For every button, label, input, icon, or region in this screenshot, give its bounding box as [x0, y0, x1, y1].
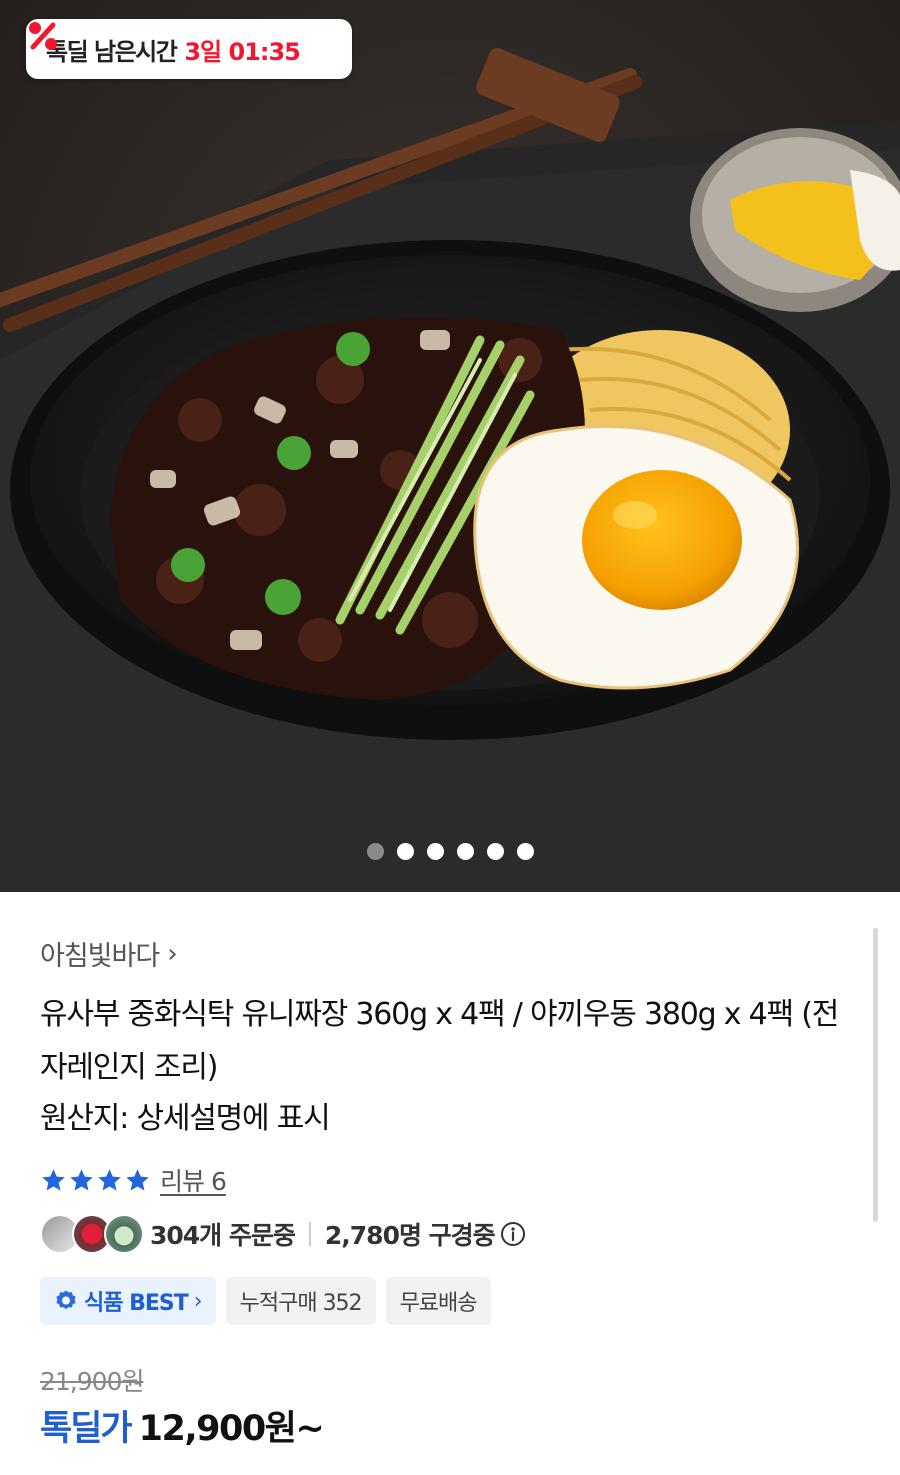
review-count-link[interactable]: 리뷰 6 [160, 1162, 227, 1198]
divider [308, 1222, 311, 1246]
product-photo [0, 0, 900, 892]
deal-price-label: 톡딜가 [40, 1409, 133, 1449]
buyer-avatars [40, 1214, 144, 1254]
carousel-dot[interactable] [486, 843, 504, 860]
scrollbar[interactable] [873, 928, 878, 1222]
carousel-dot[interactable] [396, 843, 414, 860]
carousel-dot[interactable] [516, 843, 534, 860]
timer-value: 3일 01:35 [184, 37, 301, 66]
seller-link[interactable]: 아침빛바다 › [40, 934, 178, 973]
timer-label: 톡딜 남은시간 [46, 37, 178, 66]
deal-timer-badge: 톡딜 남은시간 3일 01:35 [26, 19, 352, 79]
cumulative-purchase-tag: 누적구매 352 [225, 1277, 376, 1325]
carousel-dot[interactable] [366, 843, 384, 860]
product-title: 유사부 중화식탁 유니짜장 360g x 4팩 / 야끼우동 380g x 4팩… [40, 997, 839, 1085]
product-info-panel: 아침빛바다 › 유사부 중화식탁 유니짜장 360g x 4팩 / 야끼우동 3… [0, 892, 900, 1475]
deal-price-row: 톡딜가 12,900원~ [40, 1400, 325, 1451]
product-image-carousel[interactable]: 톡딜 남은시간 3일 01:35 [0, 0, 900, 892]
chevron-right-icon: › [193, 1288, 203, 1314]
deal-price: 12,900원~ [138, 1409, 325, 1449]
star-icon [126, 1168, 149, 1191]
avatar [104, 1214, 144, 1254]
star-icon [98, 1168, 121, 1191]
product-origin: 원산지: 상세설명에 표시 [40, 1101, 331, 1136]
badge-icon [56, 1290, 76, 1310]
original-price: 21,900원 [40, 1367, 144, 1396]
carousel-indicators [0, 843, 900, 860]
rating-row[interactable]: 리뷰 6 [40, 1162, 227, 1198]
star-icon [70, 1168, 93, 1191]
carousel-dot[interactable] [456, 843, 474, 860]
viewers-count: 2,780명 구경중 [324, 1221, 496, 1250]
chevron-right-icon: › [167, 938, 177, 969]
carousel-dot[interactable] [426, 843, 444, 860]
product-tags: 식품 BEST › 누적구매 352 무료배송 [40, 1277, 491, 1325]
seller-name: 아침빛바다 [40, 941, 160, 972]
social-proof-row: 304개 주문중 2,780명 구경중 [40, 1214, 526, 1254]
percent-icon [29, 22, 57, 50]
info-icon[interactable] [500, 1221, 526, 1247]
category-best-tag[interactable]: 식품 BEST › [40, 1277, 216, 1325]
orders-count: 304개 주문중 [150, 1221, 296, 1250]
star-icon [42, 1168, 65, 1191]
free-shipping-tag: 무료배송 [385, 1277, 491, 1325]
category-best-label: 식품 BEST [84, 1291, 189, 1316]
